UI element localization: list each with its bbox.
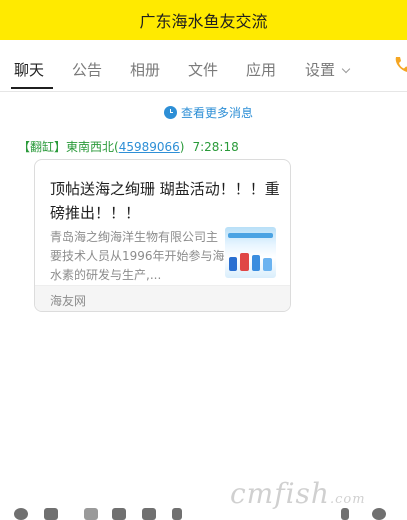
chevron-down-icon: [341, 64, 351, 74]
card-title: 顶帖送海之绚珊 瑚盐活动！！！重磅推出！！！: [50, 180, 280, 222]
screenshot-icon[interactable]: [84, 508, 98, 520]
shared-link-card[interactable]: 顶帖送海之绚珊 瑚盐活动！！！重磅推出！！！ 青岛海之绚海洋生物有限公司主要技术…: [34, 159, 291, 312]
tab-apps[interactable]: 应用: [246, 59, 276, 80]
mic-icon[interactable]: [172, 508, 182, 520]
card-thumbnail: [225, 227, 276, 278]
view-more-label: 查看更多消息: [180, 106, 253, 120]
tab-bar: 聊天 公告 相册 文件 应用 设置: [0, 40, 407, 92]
folder-icon[interactable]: [112, 508, 126, 520]
message-header: 【翻缸】東南西北(45989066) 7:28:18: [18, 140, 239, 154]
view-more-messages[interactable]: 查看更多消息: [0, 104, 407, 122]
message-time: 7:28:18: [192, 140, 239, 154]
sender-id-link[interactable]: 45989066: [119, 140, 180, 154]
card-footer: 海友网: [35, 285, 290, 311]
tab-chat[interactable]: 聊天: [14, 59, 44, 80]
history-icon[interactable]: [341, 508, 349, 520]
more-icon[interactable]: [372, 508, 386, 520]
font-icon[interactable]: [44, 508, 58, 520]
tab-album[interactable]: 相册: [130, 59, 160, 80]
title-bar: 广东海水鱼友交流: [0, 0, 407, 40]
emoji-icon[interactable]: [14, 508, 28, 520]
image-icon[interactable]: [142, 508, 156, 520]
member-rank-tag: 【翻缸】: [18, 140, 67, 154]
card-source: 海友网: [50, 294, 87, 308]
input-toolbar: [0, 505, 407, 520]
clock-icon: [163, 106, 177, 119]
window-title: 广东海水鱼友交流: [139, 12, 268, 31]
sender-name[interactable]: 東南西北: [66, 140, 114, 154]
active-tab-indicator: [11, 87, 53, 89]
tab-files[interactable]: 文件: [188, 59, 218, 80]
tab-settings-label: 设置: [305, 61, 336, 79]
card-description: 青岛海之绚海洋生物有限公司主要技术人员从1996年开始参与海水素的研发与生产,.…: [50, 230, 225, 282]
phone-icon[interactable]: [393, 56, 407, 74]
tab-announcements[interactable]: 公告: [72, 59, 102, 80]
tab-settings[interactable]: 设置: [305, 59, 351, 80]
